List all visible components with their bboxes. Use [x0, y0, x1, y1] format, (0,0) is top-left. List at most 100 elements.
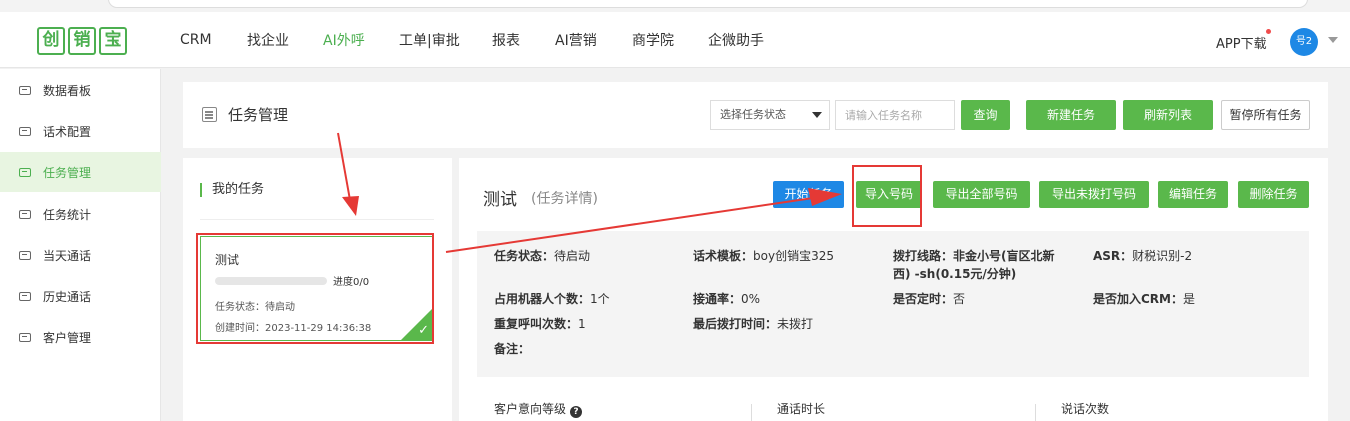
pause-all-tasks-button[interactable]: 暂停所有任务	[1221, 100, 1310, 130]
info-repeat-calls: 重复呼叫次数：1	[494, 315, 586, 333]
divider	[751, 404, 752, 421]
caret-down-icon	[812, 112, 822, 118]
chat-icon	[19, 250, 31, 260]
info-note: 备注：	[494, 340, 530, 358]
task-detail-title: 测试	[483, 190, 517, 210]
app-download-label: APP下载	[1216, 37, 1267, 52]
info-label: 占用机器人个数：	[494, 292, 591, 306]
info-value: 0%	[741, 292, 761, 306]
info-label: 任务状态：	[494, 249, 555, 263]
sidebar: 数据看板 话术配置 任务管理 任务统计 当天通话 历史通话 客户管理	[0, 69, 161, 421]
info-value-cont: 西) -sh(0.15元/分钟)	[893, 267, 1017, 281]
nav-item-find-company[interactable]: 找企业	[247, 30, 289, 50]
browser-address-strip	[0, 0, 1350, 12]
query-button[interactable]: 查询	[961, 100, 1010, 130]
app-download-link[interactable]: APP下载	[1216, 29, 1271, 52]
sidebar-item-label: 数据看板	[43, 83, 92, 98]
stat-call-duration: 通话时长	[777, 402, 826, 416]
divider	[1035, 404, 1036, 421]
info-label: 话术模板：	[693, 249, 754, 263]
sidebar-item-call-history[interactable]: 历史通话	[0, 276, 161, 316]
sidebar-item-today-calls[interactable]: 当天通话	[0, 235, 161, 275]
divider	[200, 219, 434, 220]
info-robot-count: 占用机器人个数：1个	[494, 290, 610, 308]
info-label: 最后拨打时间：	[693, 317, 778, 331]
chevron-down-icon[interactable]	[1328, 37, 1338, 43]
info-script-template: 话术模板：boy创销宝325	[693, 247, 834, 265]
info-value: 财税识别-2	[1132, 249, 1193, 263]
my-tasks-title: 我的任务	[200, 183, 264, 197]
sidebar-item-label: 历史通话	[43, 289, 92, 304]
task-management-header: 任务管理 选择任务状态 查询 新建任务 刷新列表 暂停所有任务	[183, 82, 1328, 148]
sidebar-item-dashboard[interactable]: 数据看板	[0, 70, 161, 110]
nav-item-ai-call[interactable]: AI外呼	[323, 30, 365, 50]
help-icon[interactable]: ?	[570, 406, 583, 418]
new-task-button[interactable]: 新建任务	[1026, 100, 1116, 130]
info-value: 非金小号(盲区北新	[953, 249, 1055, 263]
sidebar-item-label: 客户管理	[43, 330, 92, 345]
sidebar-item-label: 话术配置	[43, 124, 92, 139]
chat-icon	[19, 167, 31, 177]
sidebar-item-task-management[interactable]: 任务管理	[0, 152, 161, 192]
address-bar[interactable]	[108, 0, 1308, 8]
info-value: 待启动	[554, 249, 591, 263]
chat-icon	[19, 291, 31, 301]
info-value: 未拨打	[777, 317, 814, 331]
info-value: 1个	[590, 292, 610, 306]
task-detail-subtitle: (任务详情)	[531, 191, 598, 207]
info-label: 重复呼叫次数：	[494, 317, 579, 331]
info-dial-line: 拨打线路：非金小号(盲区北新西) -sh(0.15元/分钟)	[893, 247, 1083, 283]
delete-task-button[interactable]: 删除任务	[1238, 181, 1309, 208]
info-value: 否	[953, 292, 966, 306]
page-title: 任务管理	[228, 106, 289, 124]
info-scheduled: 是否定时：否	[893, 290, 965, 308]
refresh-list-button[interactable]: 刷新列表	[1123, 100, 1213, 130]
sidebar-item-script-config[interactable]: 话术配置	[0, 111, 161, 151]
edit-task-button[interactable]: 编辑任务	[1158, 181, 1228, 208]
info-join-crm: 是否加入CRM：是	[1093, 290, 1195, 308]
avatar[interactable]: 号2	[1290, 28, 1318, 56]
sidebar-item-label: 任务管理	[43, 165, 92, 180]
chat-icon	[19, 209, 31, 219]
export-all-numbers-button[interactable]: 导出全部号码	[933, 181, 1030, 208]
info-value: boy创销宝325	[753, 249, 834, 263]
chat-icon	[19, 332, 31, 342]
sidebar-item-customer-management[interactable]: 客户管理	[0, 317, 161, 357]
info-asr: ASR：财税识别-2	[1093, 247, 1192, 265]
nav-item-ticket-approval[interactable]: 工单|审批	[399, 30, 460, 50]
info-value: 1	[578, 317, 586, 331]
export-undialed-numbers-button[interactable]: 导出未拨打号码	[1039, 181, 1149, 208]
annotation-box-task-card	[196, 233, 434, 344]
annotation-box-import-button	[852, 165, 922, 227]
task-info-box: 任务状态：待启动 话术模板：boy创销宝325 拨打线路：非金小号(盲区北新西)…	[477, 231, 1309, 377]
info-task-status: 任务状态：待启动	[494, 247, 590, 265]
logo-char: 创	[37, 27, 65, 55]
start-task-button[interactable]: 开始任务	[773, 181, 844, 208]
top-navigation: 创 销 宝 CRM 找企业 AI外呼 工单|审批 报表 AI营销 商学院 企微助…	[0, 12, 1350, 68]
sidebar-item-task-stats[interactable]: 任务统计	[0, 194, 161, 234]
chat-icon	[19, 126, 31, 136]
logo-char: 销	[68, 27, 96, 55]
info-label: 备注：	[494, 342, 531, 356]
info-label: 是否加入CRM：	[1093, 292, 1183, 306]
task-name-search-input[interactable]	[835, 100, 955, 130]
info-last-dial-time: 最后拨打时间：未拨打	[693, 315, 813, 333]
info-connect-rate: 接通率：0%	[693, 290, 760, 308]
info-label: 拨打线路：	[893, 249, 954, 263]
info-label: ASR：	[1093, 249, 1133, 263]
sidebar-item-label: 任务统计	[43, 207, 92, 222]
nav-item-crm[interactable]: CRM	[180, 32, 212, 48]
stat-talk-count: 说话次数	[1061, 402, 1110, 416]
sidebar-item-label: 当天通话	[43, 248, 92, 263]
nav-item-reports[interactable]: 报表	[492, 30, 520, 50]
task-status-select-value: 选择任务状态	[720, 108, 786, 121]
stat-intent-level: 客户意向等级?	[494, 400, 583, 418]
task-status-select[interactable]: 选择任务状态	[710, 100, 830, 130]
nav-item-academy[interactable]: 商学院	[632, 30, 674, 50]
nav-item-wecom-assistant[interactable]: 企微助手	[708, 30, 764, 50]
chat-icon	[19, 85, 31, 95]
brand-logo[interactable]: 创 销 宝	[37, 27, 130, 55]
logo-char: 宝	[99, 27, 127, 55]
nav-item-ai-marketing[interactable]: AI营销	[555, 30, 597, 50]
list-icon	[202, 107, 217, 122]
